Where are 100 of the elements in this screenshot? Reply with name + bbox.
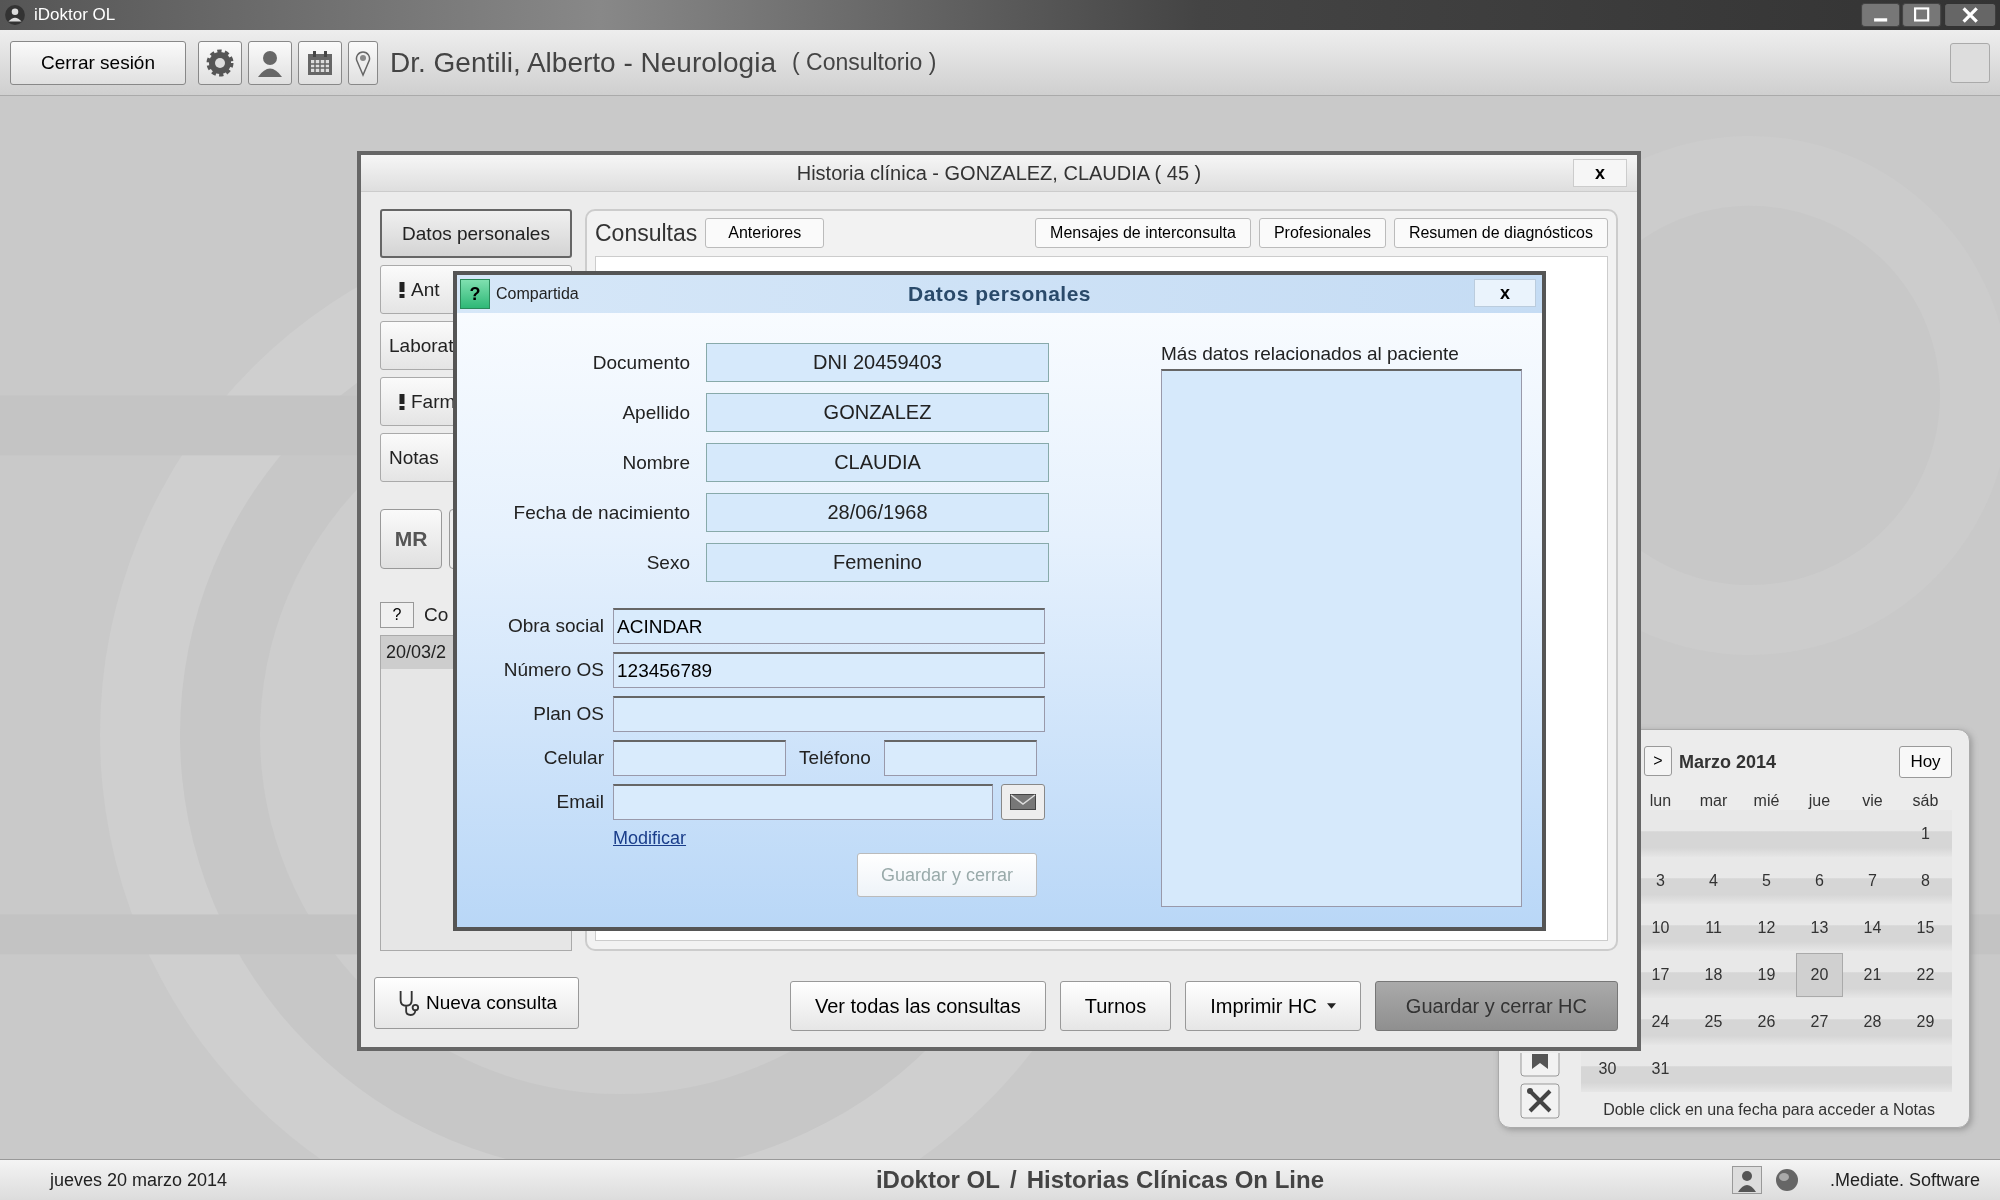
calendar-day[interactable]: 20: [1796, 953, 1843, 996]
caret-icon: [1326, 1003, 1336, 1009]
weekday-label: vie: [1861, 792, 1884, 810]
input-field[interactable]: 123456789: [613, 652, 1045, 688]
user-button[interactable]: [248, 40, 292, 85]
field-label: Celular: [542, 747, 604, 769]
close-button[interactable]: x: [1573, 159, 1627, 187]
calendar-day[interactable]: 29: [1910, 1008, 1941, 1035]
field-label: Plan OS: [532, 703, 604, 725]
readonly-field: CLAUDIA: [706, 443, 1049, 482]
document-icon[interactable]: [1520, 1053, 1560, 1077]
user-icon[interactable]: [1731, 1166, 1762, 1194]
location-label: ( Consultorio ): [791, 49, 937, 76]
calendar-day[interactable]: 6: [1809, 867, 1830, 894]
calendar-day[interactable]: 11: [1699, 914, 1728, 941]
weekday-label: jue: [1807, 792, 1832, 810]
field-label: Apellido: [621, 401, 690, 424]
calendar-day[interactable]: 10: [1645, 914, 1676, 941]
input-field[interactable]: [884, 740, 1037, 776]
field-label: Fecha de nacimiento: [512, 501, 690, 524]
month-title: Marzo 2014: [1679, 751, 1778, 773]
calendar-day[interactable]: 25: [1698, 1008, 1729, 1035]
calendar-day[interactable]: 3: [1650, 867, 1671, 894]
app-title: iDoktor OL: [34, 5, 116, 25]
action-button[interactable]: Ver todas las consultas: [790, 981, 1046, 1031]
doctor-name: Dr. Gentili, Alberto - Neurologia: [390, 46, 776, 79]
new-consultation-button[interactable]: Nueva consulta: [374, 977, 579, 1029]
calendar-button[interactable]: [298, 40, 342, 85]
input-field[interactable]: ACINDAR: [613, 608, 1045, 644]
product-subtitle: Historias Clínicas On Line: [1026, 1166, 1325, 1194]
input-field[interactable]: [613, 784, 993, 820]
calendar-day[interactable]: 30: [1592, 1055, 1623, 1082]
calendar-day[interactable]: 15: [1910, 914, 1941, 941]
envelope-icon: [1010, 794, 1036, 810]
consultas-label: Co: [424, 604, 449, 626]
input-field[interactable]: [613, 696, 1045, 732]
exclamation-icon: [399, 281, 405, 298]
weekday-label: lun: [1648, 792, 1673, 810]
calendar-day[interactable]: 26: [1751, 1008, 1782, 1035]
notes-field[interactable]: [1161, 369, 1522, 907]
settings-icon: [205, 47, 235, 78]
next-month-button[interactable]: >: [1644, 746, 1672, 776]
exclamation-icon: [399, 393, 405, 410]
field-label: Documento: [591, 351, 690, 374]
calendar-day[interactable]: 1: [1915, 820, 1936, 847]
action-button[interactable]: Turnos: [1059, 981, 1172, 1031]
calendar-day[interactable]: 8: [1915, 867, 1936, 894]
readonly-field: DNI 20459403: [706, 343, 1049, 382]
calendar-day[interactable]: 7: [1862, 867, 1883, 894]
minimize-icon[interactable]: [1861, 3, 1901, 27]
help-button[interactable]: ?: [380, 602, 414, 628]
calendar-day[interactable]: 14: [1857, 914, 1888, 941]
panel-tab[interactable]: Mensajes de interconsulta: [1035, 218, 1251, 248]
calendar-day[interactable]: 21: [1857, 961, 1888, 988]
app-logo-icon: [4, 4, 26, 26]
readonly-field: 28/06/1968: [706, 493, 1049, 532]
mr-button[interactable]: MR: [380, 509, 442, 569]
modify-link[interactable]: Modificar: [613, 828, 687, 849]
panel-tab[interactable]: Resumen de diagnósticos: [1393, 218, 1608, 248]
field-label: Teléfono: [798, 747, 872, 769]
calendar-day[interactable]: 19: [1751, 961, 1782, 988]
calendar-day[interactable]: 22: [1910, 961, 1941, 988]
tools-icon[interactable]: [1520, 1083, 1560, 1119]
calendar-day[interactable]: 5: [1756, 867, 1777, 894]
calendar-day[interactable]: 12: [1751, 914, 1782, 941]
send-email-button[interactable]: [1001, 784, 1045, 820]
section-tab[interactable]: Datos personales: [380, 209, 572, 258]
calendar-day[interactable]: 28: [1857, 1008, 1888, 1035]
logout-button[interactable]: Cerrar sesión: [10, 40, 186, 85]
panel-tab[interactable]: Anteriores: [705, 218, 825, 248]
settings-button[interactable]: [198, 40, 242, 85]
today-button[interactable]: Hoy: [1899, 746, 1952, 778]
calendar-hint: Doble click en una fecha para acceder a Notas: [1602, 1101, 1936, 1119]
notes-label: Más datos relacionados al paciente: [1161, 343, 1460, 365]
status-date: jueves 20 marzo 2014: [50, 1169, 229, 1191]
field-label: Obra social: [506, 615, 604, 637]
action-button[interactable]: Imprimir HC: [1185, 981, 1361, 1031]
vendor-name: .Mediate. Software: [1829, 1169, 1980, 1191]
calendar-day[interactable]: 18: [1698, 961, 1729, 988]
help-button[interactable]: ?: [460, 279, 490, 309]
input-field[interactable]: [613, 740, 786, 776]
close-icon[interactable]: [1943, 3, 1996, 27]
calendar-day[interactable]: 17: [1645, 961, 1676, 988]
separator: /: [1009, 1166, 1017, 1194]
field-label: Nombre: [621, 451, 690, 474]
calendar-day[interactable]: 4: [1703, 867, 1724, 894]
window-title: Historia clínica - GONZALEZ, CLAUDIA ( 45 ): [796, 161, 1202, 185]
action-button[interactable]: Guardar y cerrar HC: [1374, 981, 1618, 1031]
panel-toggle-button[interactable]: [1950, 42, 1990, 83]
calendar-day[interactable]: 27: [1804, 1008, 1835, 1035]
readonly-field: Femenino: [706, 543, 1049, 582]
close-button[interactable]: x: [1474, 279, 1536, 307]
calendar-day[interactable]: 24: [1645, 1008, 1676, 1035]
calendar-day[interactable]: 31: [1645, 1055, 1676, 1082]
weekday-label: mié: [1752, 792, 1781, 810]
panel-tab[interactable]: Profesionales: [1258, 218, 1386, 248]
location-button[interactable]: [348, 40, 378, 85]
product-name: iDoktor OL: [875, 1166, 1000, 1194]
maximize-icon[interactable]: [1902, 3, 1942, 27]
calendar-day[interactable]: 13: [1804, 914, 1835, 941]
